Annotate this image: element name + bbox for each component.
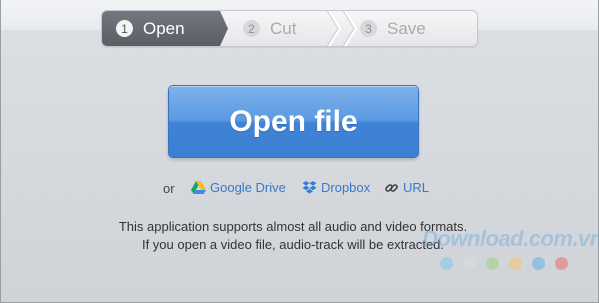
watermark-dot <box>532 257 545 270</box>
step-label: Save <box>387 18 426 38</box>
watermark-dot <box>486 257 499 270</box>
watermark-dot <box>555 257 568 270</box>
url-label: URL <box>403 180 430 195</box>
watermark-logo: Download.com.vn <box>422 226 599 251</box>
step-save[interactable]: 3 Save <box>360 11 426 46</box>
source-links: or Google Drive Dropbox URL <box>0 180 599 198</box>
step-label: Cut <box>270 18 297 38</box>
watermark-dot <box>463 257 476 270</box>
step-number: 3 <box>360 20 377 37</box>
dropbox-link[interactable]: Dropbox <box>302 180 370 195</box>
open-file-button[interactable]: Open file <box>168 85 419 158</box>
step-number: 2 <box>243 20 260 37</box>
step-progress-bar: 1 Open 2 Cut 3 Save <box>101 10 478 47</box>
google-drive-link[interactable]: Google Drive <box>191 180 286 195</box>
google-drive-icon <box>191 180 206 195</box>
watermark-dot <box>509 257 522 270</box>
step-number: 1 <box>116 20 133 37</box>
dropbox-label: Dropbox <box>321 180 371 195</box>
watermark-dot <box>440 257 453 270</box>
or-label: or <box>163 181 175 196</box>
dropbox-icon <box>302 180 317 195</box>
step-separator-icon <box>342 11 358 46</box>
link-icon <box>384 181 399 195</box>
step-cut[interactable]: 2 Cut <box>243 11 296 46</box>
google-drive-label: Google Drive <box>210 180 286 195</box>
url-link[interactable]: URL <box>384 180 429 195</box>
step-label: Open <box>143 18 185 38</box>
step-open[interactable]: 1 Open <box>102 11 228 46</box>
